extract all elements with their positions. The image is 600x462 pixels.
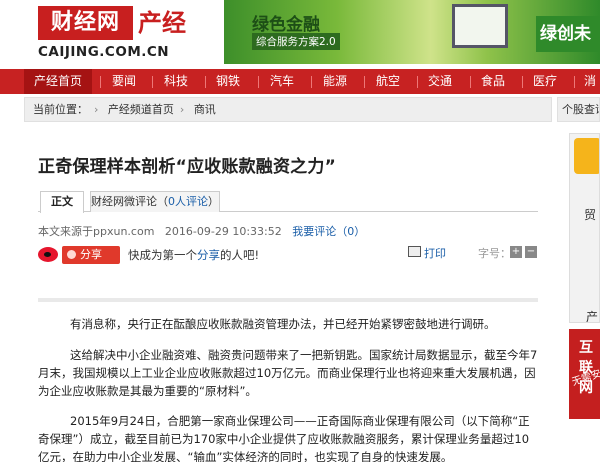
article-tabs: 正文 财经网微评论（0人评论） [38,191,538,213]
nav-item-aviation[interactable]: 航空 [368,69,408,94]
banner-subtitle: 综合服务方案2.0 [252,33,340,50]
article-date: 2016-09-29 10:33:52 [164,225,282,238]
breadcrumb-label: 当前位置： [33,103,88,116]
nav-divider [417,76,418,88]
site-header: 财经网 产经 CAIJING.COM.CN 绿色金融 综合服务方案2.0 绿创未 [0,0,600,69]
share-prompt-post: 的人吧! [220,248,260,262]
breadcrumb-arrow-icon: › [94,103,99,116]
ad-logo-image [574,138,599,174]
nav-item-transport[interactable]: 交通 [420,69,460,94]
font-increase-icon[interactable]: + [510,246,522,258]
share-link[interactable]: 分享 [197,248,220,262]
tab-article-body[interactable]: 正文 [40,191,84,213]
nav-divider [574,76,575,88]
breadcrumb-arrow-icon: › [179,103,185,116]
share-prompt-pre: 快成为第一个 [128,248,197,262]
tab-comments-label: 财经网微评论（ [91,195,168,208]
logo-mark: 财经网 [38,6,133,40]
article-title: 正奇保理样本剖析“应收账款融资之力” [38,157,336,177]
logo-url: CAIJING.COM.CN [38,44,170,60]
breadcrumb-link-news[interactable]: 商讯 [194,103,216,116]
font-size-label: 字号： [478,247,511,260]
nav-divider [258,76,259,88]
right-sidebar: 个股查询 贸 产 互联网 无需安 [557,97,600,462]
nav-divider [522,76,523,88]
content-divider [38,298,538,302]
article-paragraph: 有消息称，央行正在酝酿应收账款融资管理办法，并已经开始紧锣密鼓地进行调研。 [70,317,496,331]
ad-text: 贸 [584,208,597,222]
channel-name: 产经 [138,9,186,37]
tab-comments-count: 0人评论 [168,195,208,208]
ad-banner[interactable]: 绿色金融 综合服务方案2.0 绿创未 [224,0,600,64]
nav-item-steel[interactable]: 钢铁 [208,69,248,94]
share-bar: 分享 快成为第一个分享的人吧! [38,244,538,266]
nav-divider [311,76,312,88]
nav-item-home[interactable]: 产经首页 [24,69,92,94]
breadcrumb: 当前位置： › 产经频道首页 › 商讯 [24,97,552,122]
print-button[interactable]: 打印 [408,245,446,261]
nav-divider [100,76,101,88]
banner-right-text: 绿创未 [536,16,600,52]
nav-item-news[interactable]: 要闻 [104,69,144,94]
stock-search-header: 个股查询 [557,97,600,122]
breadcrumb-link-channel[interactable]: 产经频道首页 [108,103,174,116]
banner-title: 绿色金融 [252,15,320,35]
nav-item-energy[interactable]: 能源 [315,69,355,94]
nav-divider [152,76,153,88]
print-label: 打印 [424,247,446,260]
font-decrease-icon[interactable]: − [525,246,537,258]
tab-comments-close: ） [208,195,219,208]
sidebar-ad-red[interactable]: 互联网 无需安 [569,329,600,419]
tab-weibo-comments[interactable]: 财经网微评论（0人评论） [90,191,220,212]
comment-link[interactable]: 我要评论（0） [292,225,365,238]
site-logo[interactable]: 财经网 产经 CAIJING.COM.CN [38,6,223,66]
nav-divider [205,76,206,88]
article-paragraph: 这给解决中小企业融资难、融资贵问题带来了一把新钥匙。国家统计局数据显示，截至今年… [38,348,538,398]
nav-item-food[interactable]: 食品 [473,69,513,94]
nav-divider [364,76,365,88]
printer-icon [408,246,421,257]
share-prompt: 快成为第一个分享的人吧! [128,247,259,263]
nav-divider [470,76,471,88]
weibo-icon[interactable] [38,247,58,262]
nav-item-consumer[interactable]: 消 [580,69,600,94]
sidebar-ad[interactable]: 贸 产 [569,133,600,323]
nav-item-auto[interactable]: 汽车 [262,69,302,94]
nav-item-medical[interactable]: 医疗 [525,69,565,94]
banner-screen-image [452,4,508,48]
article-paragraph: 2015年9月24日，合肥第一家商业保理公司——正奇国际商业保理有限公司（以下简… [38,414,530,462]
main-nav: 产经首页 要闻 科技 钢铁 汽车 能源 航空 交通 食品 医疗 消 [0,69,600,94]
nav-item-tech[interactable]: 科技 [156,69,196,94]
article-source: 本文来源于ppxun.com [38,225,155,238]
article-meta: 本文来源于ppxun.com 2016-09-29 10:33:52 我要评论（… [38,223,365,239]
ad-text: 产 [586,310,599,323]
share-button[interactable]: 分享 [62,246,120,264]
sidebar-heading: 个股查询 [562,103,599,116]
